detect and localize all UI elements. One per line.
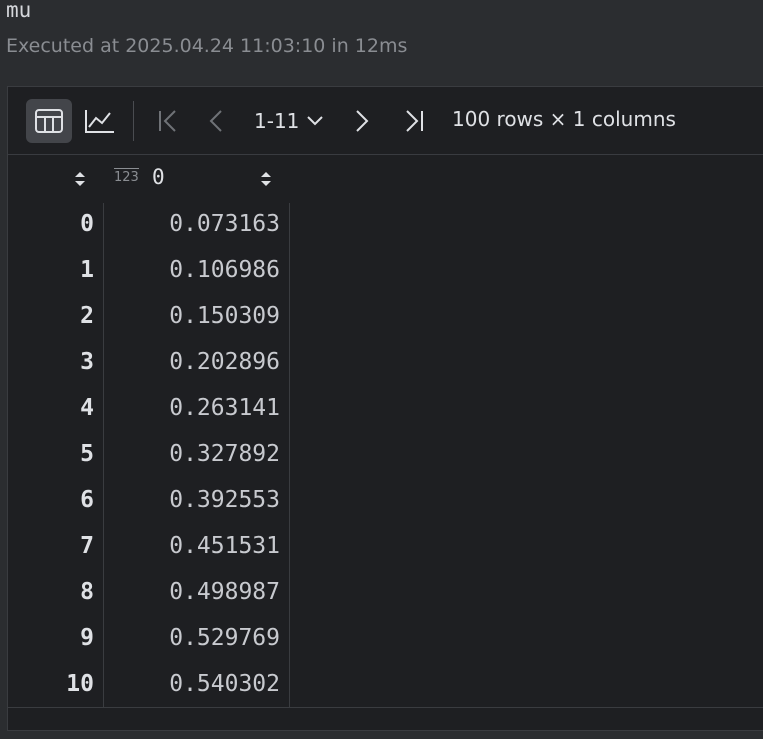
cell-value[interactable]: 0.327892: [169, 441, 280, 467]
table-row: 8 0.498987: [8, 571, 763, 617]
page-range-dropdown[interactable]: 1-11: [254, 105, 324, 137]
table-row: 6 0.392553: [8, 479, 763, 525]
cell-value[interactable]: 0.451531: [169, 533, 280, 559]
numeric-type-badge: 123: [114, 168, 139, 185]
cell-value[interactable]: 0.106986: [169, 257, 280, 283]
data-table: 123 0 0 0.073163 1 0.106986 2 0.150309 3…: [8, 155, 763, 709]
cell-value[interactable]: 0.150309: [169, 303, 280, 329]
execution-status: Executed at 2025.04.24 11:03:10 in 12ms: [6, 35, 408, 57]
table-icon: [35, 109, 63, 133]
column-sort-icon[interactable]: [260, 169, 272, 189]
index-sort-icon[interactable]: [74, 169, 86, 189]
row-index: 6: [80, 487, 94, 513]
line-chart-icon: [84, 108, 116, 134]
chevron-left-icon: [209, 109, 223, 133]
table-row: 9 0.529769: [8, 617, 763, 663]
last-page-icon: [403, 109, 425, 133]
table-row: 5 0.327892: [8, 433, 763, 479]
cell-value[interactable]: 0.202896: [169, 349, 280, 375]
table-view-button[interactable]: [26, 99, 72, 143]
row-index: 10: [66, 671, 94, 697]
table-row: 3 0.202896: [8, 341, 763, 387]
row-index: 2: [80, 303, 94, 329]
table-row: 1 0.106986: [8, 249, 763, 295]
row-index: 3: [80, 349, 94, 375]
table-row: 7 0.451531: [8, 525, 763, 571]
table-header: 123 0: [8, 155, 763, 203]
cell-value[interactable]: 0.073163: [169, 211, 280, 237]
chevron-right-icon: [355, 109, 369, 133]
first-page-icon: [157, 109, 179, 133]
cell-value[interactable]: 0.263141: [169, 395, 280, 421]
page-range-label: 1-11: [254, 109, 300, 133]
row-index: 0: [80, 211, 94, 237]
cell-value[interactable]: 0.392553: [169, 487, 280, 513]
table-row: 4 0.263141: [8, 387, 763, 433]
dataframe-toolbar: 1-11 100 rows × 1 columns: [8, 87, 763, 155]
row-index: 9: [80, 625, 94, 651]
last-page-button[interactable]: [398, 101, 430, 141]
toolbar-divider: [133, 101, 134, 141]
previous-page-button[interactable]: [204, 101, 228, 141]
table-row: 0 0.073163: [8, 203, 763, 249]
row-index: 5: [80, 441, 94, 467]
row-index: 1: [80, 257, 94, 283]
table-row: 2 0.150309: [8, 295, 763, 341]
column-header-0[interactable]: 0: [152, 165, 165, 189]
dataframe-viewer: 1-11 100 rows × 1 columns 123 0 0 0.0731…: [7, 86, 763, 731]
table-row: 10 0.540302: [8, 663, 763, 709]
notebook-cell-output: mu Executed at 2025.04.24 11:03:10 in 12…: [0, 0, 763, 739]
chevron-down-icon: [307, 116, 324, 126]
rows-columns-summary: 100 rows × 1 columns: [452, 107, 676, 131]
cell-value[interactable]: 0.540302: [169, 671, 280, 697]
first-page-button[interactable]: [152, 101, 184, 141]
cell-value[interactable]: 0.529769: [169, 625, 280, 651]
cell-variable-name: mu: [6, 0, 32, 22]
row-index: 8: [80, 579, 94, 605]
next-page-button[interactable]: [350, 101, 374, 141]
row-index: 4: [80, 395, 94, 421]
table-body: 0 0.073163 1 0.106986 2 0.150309 3 0.202…: [8, 203, 763, 709]
row-index: 7: [80, 533, 94, 559]
horizontal-scrollbar[interactable]: [8, 707, 763, 730]
chart-view-button[interactable]: [80, 99, 120, 143]
cell-value[interactable]: 0.498987: [169, 579, 280, 605]
